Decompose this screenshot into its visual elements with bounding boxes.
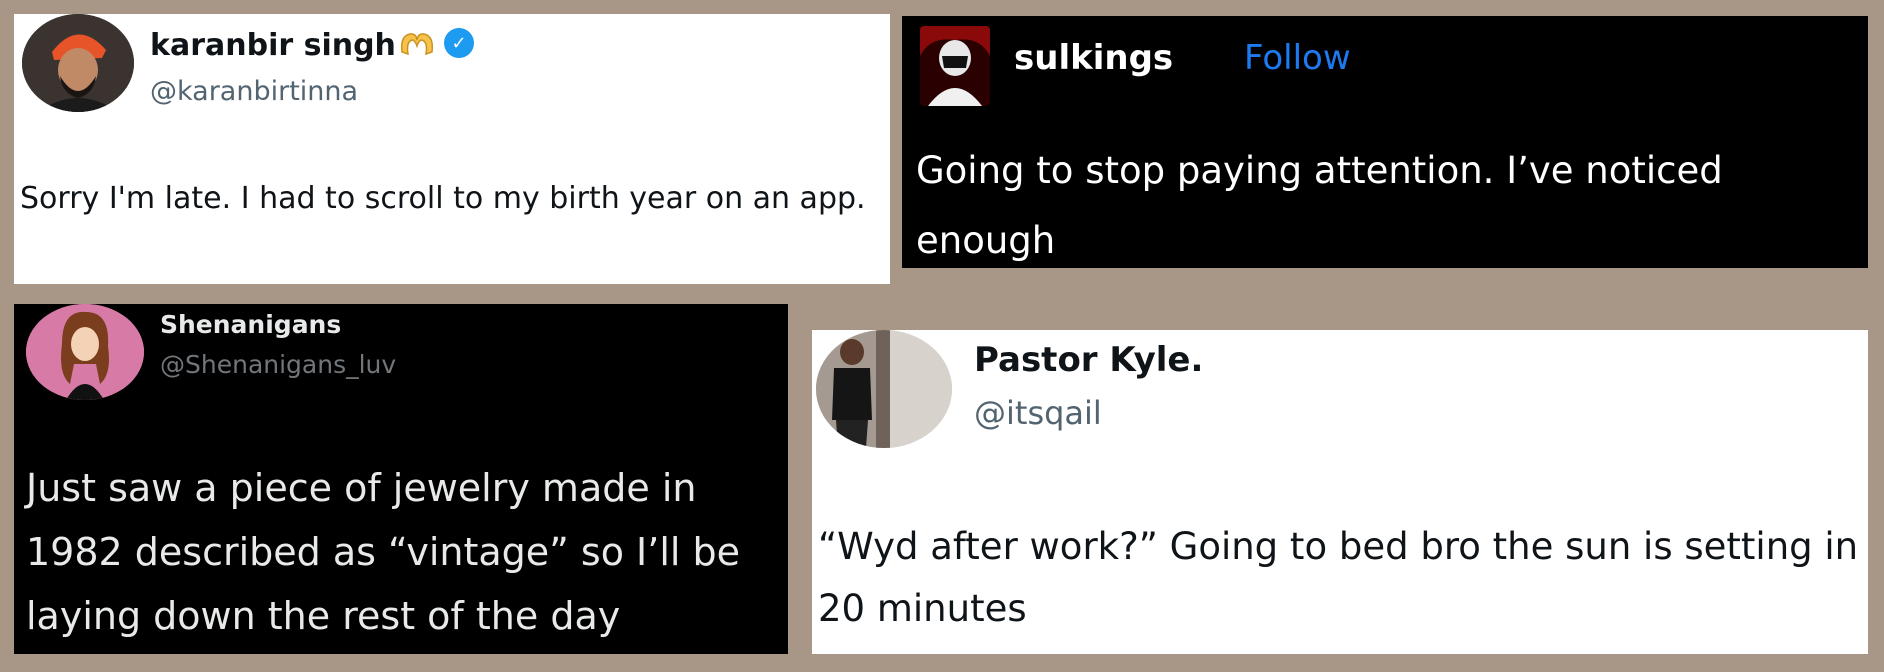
avatar[interactable] — [22, 14, 134, 112]
avatar[interactable] — [816, 330, 952, 448]
badges: ✓ — [398, 28, 474, 58]
post-card-shenanigans: Shenanigans @Shenanigans_luv Just saw a … — [14, 304, 788, 654]
handle[interactable]: @itsqail — [974, 394, 1102, 432]
avatar[interactable] — [26, 304, 144, 400]
display-name[interactable]: Shenanigans — [160, 310, 341, 339]
post-card-karanbir: karanbir singh ✓ @karanbirtinna Sorry I'… — [14, 14, 890, 284]
handle[interactable]: @Shenanigans_luv — [160, 350, 396, 379]
display-name[interactable]: Pastor Kyle. — [974, 340, 1203, 380]
display-name[interactable]: sulkings — [1014, 38, 1173, 78]
handle[interactable]: @karanbirtinna — [150, 76, 358, 107]
post-text: Going to stop paying attention. I’ve not… — [916, 149, 1723, 262]
avatar[interactable] — [920, 26, 990, 106]
heart-hands-icon — [400, 33, 434, 56]
verified-icon: ✓ — [444, 28, 474, 58]
post-card-pastor-kyle: Pastor Kyle. @itsqail “Wyd after work?” … — [812, 330, 1868, 654]
display-name[interactable]: karanbir singh — [150, 28, 396, 63]
post-text: Just saw a piece of jewelry made in 1982… — [26, 466, 741, 638]
post-text: “Wyd after work?” Going to bed bro the s… — [818, 525, 1859, 630]
post-text: Sorry I'm late. I had to scroll to my bi… — [20, 181, 866, 216]
follow-button[interactable]: Follow — [1244, 38, 1351, 78]
post-card-sulkings: sulkings Follow Going to stop paying att… — [902, 16, 1868, 268]
